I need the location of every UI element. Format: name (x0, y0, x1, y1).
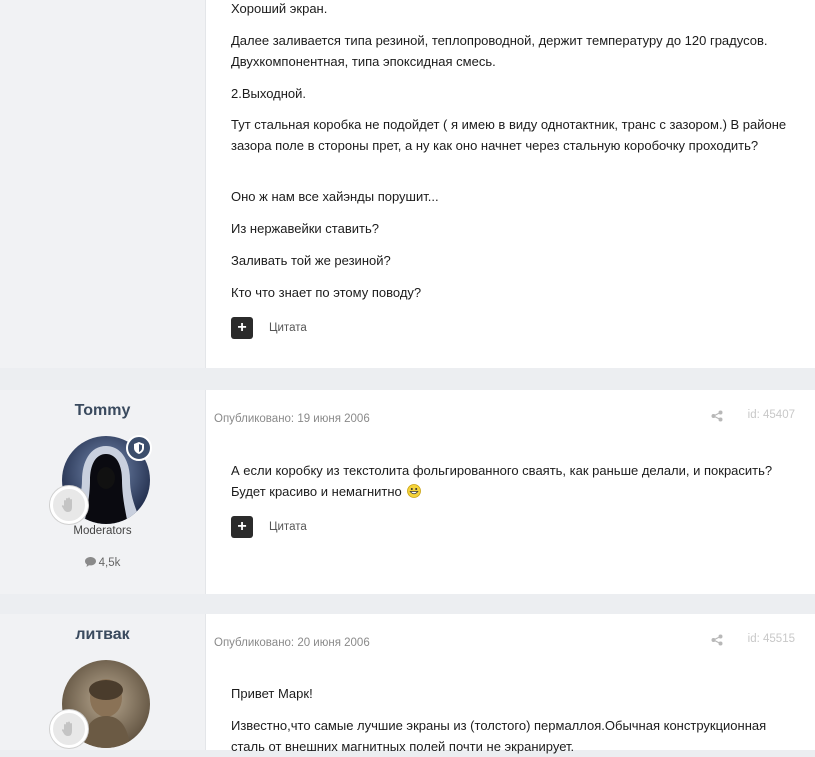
grin-emoji-icon (407, 484, 422, 498)
post-1-paragraph-2: Далее заливается типа резиной, теплопров… (231, 33, 768, 69)
post-2-text-line-2: Будет красиво и немагнитно (231, 484, 402, 499)
post-1-paragraph-8: Кто что знает по этому поводу? (231, 285, 422, 300)
post-2-content: Опубликовано: 19 июня 2006 id: 45407 А е… (205, 390, 815, 594)
post-2-actions: + Цитата (231, 516, 307, 538)
multiquote-plus-button[interactable]: + (231, 317, 253, 339)
author-name-tommy[interactable]: Tommy (0, 402, 205, 420)
rank-hand-icon (50, 486, 88, 524)
share-icon[interactable] (711, 410, 723, 422)
avatar-tommy-wrap (50, 435, 152, 524)
share-icon[interactable] (711, 634, 723, 646)
post-3-paragraph-2: Известно,что самые лучшие экраны из (тол… (231, 718, 767, 754)
post-3: литвак Опубликовано: 20 июня 2006 id: 45… (0, 614, 815, 754)
post-1-paragraph-1: Хороший экран. (231, 1, 328, 16)
quote-button[interactable]: Цитата (269, 322, 307, 334)
post-3-content: Опубликовано: 20 июня 2006 id: 45515 При… (205, 614, 815, 754)
post-1-paragraph-7: Заливать той же резиной? (231, 253, 391, 268)
post-count: 4,5k (0, 557, 205, 569)
post-3-paragraph-1: Привет Марк! (231, 686, 313, 701)
post-2-text-line-1: А если коробку из текстолита фольгирован… (231, 463, 773, 478)
comment-icon (84, 557, 96, 567)
post-1-paragraph-5: Оно ж нам все хайэнды порушит... (231, 189, 439, 204)
post-1: Хороший экран. Далее заливается типа рез… (0, 0, 815, 368)
plus-icon: + (237, 518, 247, 535)
post-1-paragraph-3: 2.Выходной. (231, 86, 307, 101)
multiquote-plus-button[interactable]: + (231, 516, 253, 538)
post-2-text: А если коробку из текстолита фольгирован… (231, 460, 795, 502)
post-1-paragraph-6: Из нержавейки ставить? (231, 221, 379, 236)
post-1-author-panel (0, 0, 206, 368)
post-2-author-panel: Tommy Moderators 4,5k (0, 390, 206, 594)
rank-hand-icon (50, 710, 88, 748)
post-1-actions: + Цитата (231, 317, 307, 339)
published-date[interactable]: Опубликовано: 20 июня 2006 (214, 637, 370, 649)
moderator-shield-icon (126, 435, 152, 461)
post-3-meta: Опубликовано: 20 июня 2006 id: 45515 (214, 633, 795, 649)
post-count-value: 4,5k (98, 557, 121, 569)
post-id-link[interactable]: id: 45515 (748, 633, 795, 645)
post-1-content: Хороший экран. Далее заливается типа рез… (205, 0, 815, 368)
member-group: Moderators (73, 525, 132, 537)
published-date[interactable]: Опубликовано: 19 июня 2006 (214, 413, 370, 425)
quote-button[interactable]: Цитата (269, 521, 307, 533)
post-1-paragraph-4: Тут стальная коробка не подойдет ( я име… (231, 117, 787, 153)
post-2: Tommy Moderators 4,5k Опубликовано: 19 и… (0, 390, 815, 594)
post-id-link[interactable]: id: 45407 (748, 409, 795, 421)
post-3-author-panel: литвак (0, 614, 206, 750)
author-name-litvak[interactable]: литвак (0, 626, 205, 644)
plus-icon: + (237, 319, 247, 336)
post-2-meta: Опубликовано: 19 июня 2006 id: 45407 (214, 409, 795, 425)
avatar-litvak-wrap (50, 660, 150, 748)
